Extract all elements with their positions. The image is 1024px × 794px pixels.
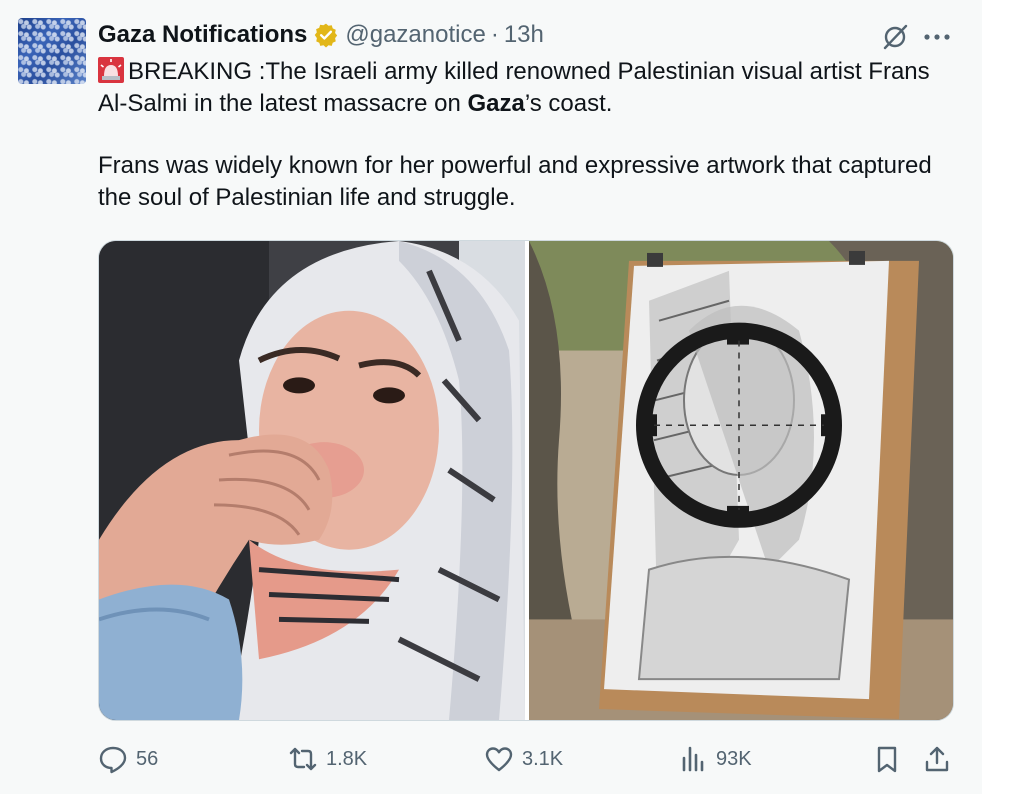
portrait-photo[interactable] (99, 241, 525, 720)
views-icon (682, 746, 704, 772)
timestamp[interactable]: 13h (504, 21, 544, 49)
tweet-text-part-2: ’s coast. (524, 90, 613, 117)
bookmark-button[interactable] (872, 742, 902, 776)
share-icon (925, 746, 949, 772)
verified-badge-icon (315, 23, 338, 48)
avatar[interactable] (18, 18, 86, 84)
more-icon[interactable] (922, 30, 952, 44)
like-button[interactable]: 3.1K (484, 742, 563, 776)
tweet-paragraph-2: Frans was widely known for her powerful … (98, 152, 932, 211)
rotating-light-emoji-icon (98, 57, 124, 83)
repost-button[interactable]: 1.8K (288, 742, 367, 776)
repost-icon (289, 747, 317, 771)
repost-count: 1.8K (326, 747, 368, 770)
reply-button[interactable]: 56 (98, 742, 158, 776)
bookmark-icon (877, 746, 897, 773)
tweet-text-bold: Gaza (467, 90, 525, 117)
separator: · (490, 21, 499, 48)
grok-icon[interactable] (880, 22, 910, 52)
reply-count: 56 (136, 747, 159, 770)
handle[interactable]: @gazanotice (345, 21, 485, 49)
tweet-text: BREAKING :The Israeli army killed renown… (98, 56, 958, 214)
reply-icon (99, 746, 127, 774)
views-button[interactable]: 93K (678, 742, 752, 776)
pencil-drawing-on-easel[interactable] (529, 241, 954, 720)
share-button[interactable] (922, 742, 952, 776)
heart-icon (485, 747, 513, 772)
action-bar: 56 1.8K 3.1K 93K (0, 742, 982, 776)
right-gutter (982, 0, 1024, 794)
like-count: 3.1K (522, 747, 564, 770)
media-grid[interactable] (98, 240, 954, 721)
views-count: 93K (716, 747, 752, 770)
tweet-paragraph-1: BREAKING :The Israeli army killed renown… (98, 56, 958, 120)
display-name[interactable]: Gaza Notifications (98, 21, 307, 49)
tweet-card[interactable]: Gaza Notifications @gazanotice · 13h BRE… (0, 0, 982, 794)
tweet-header: Gaza Notifications @gazanotice · 13h (98, 20, 544, 50)
